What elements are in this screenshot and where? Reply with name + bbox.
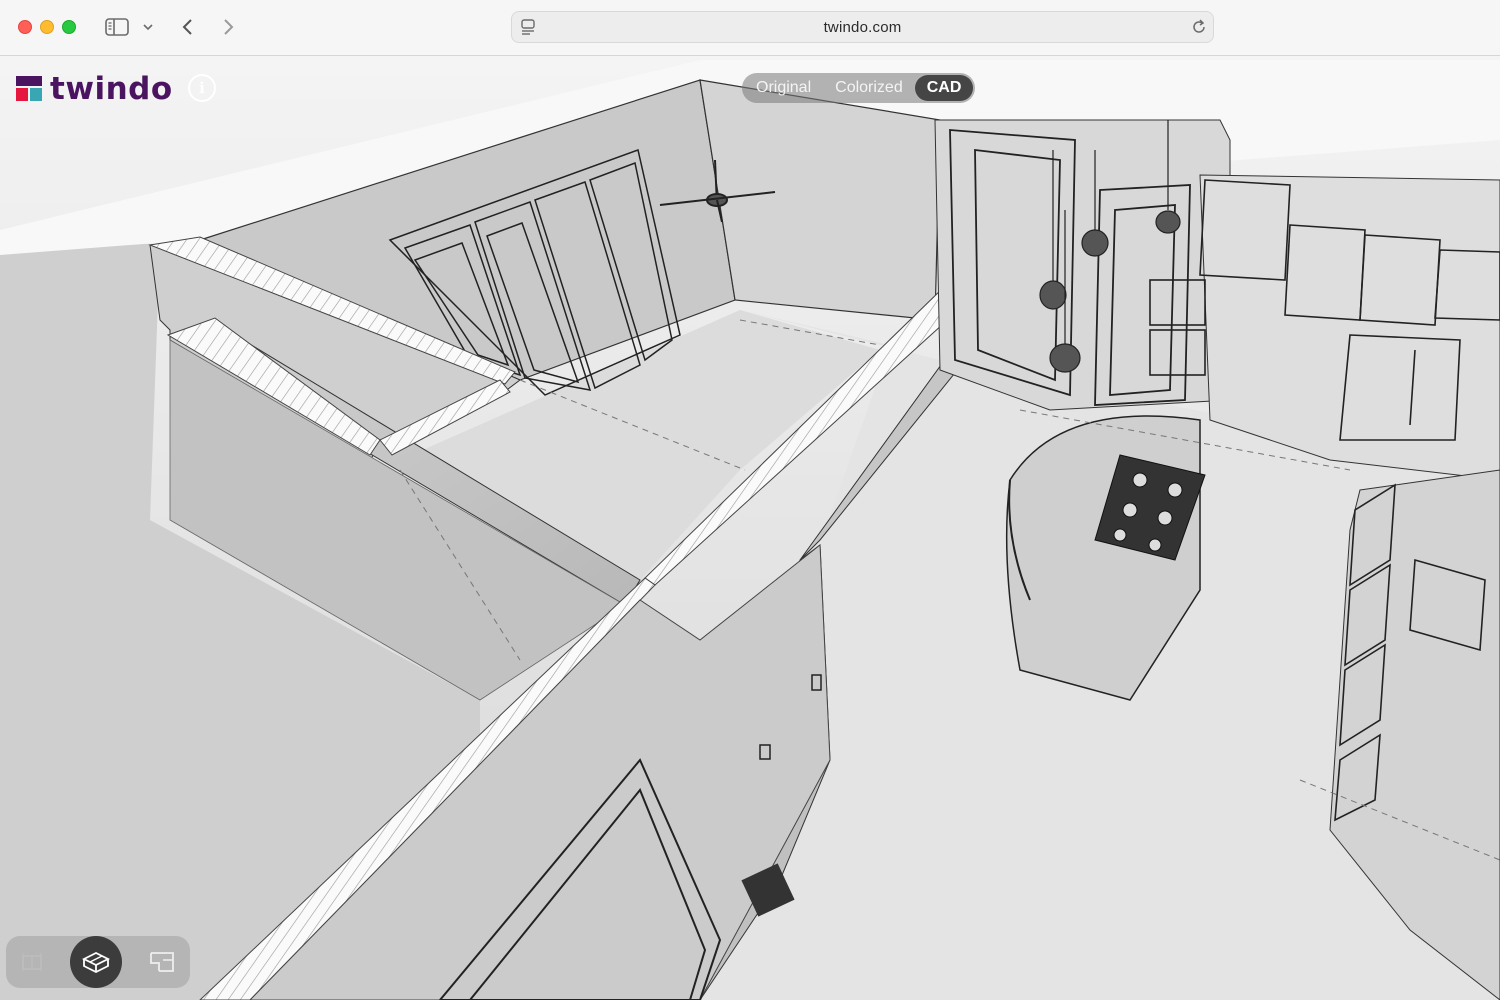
info-icon[interactable]: i xyxy=(188,74,216,102)
browser-toolbar: twindo.com xyxy=(0,0,1500,56)
minimize-window-button[interactable] xyxy=(40,20,54,34)
logo-text: twindo xyxy=(50,71,173,107)
floorplan-icon[interactable] xyxy=(6,936,58,988)
forward-icon[interactable] xyxy=(215,14,241,40)
view-toolbar xyxy=(6,936,190,988)
3d-dollhouse-icon xyxy=(70,936,122,988)
zoom-window-button[interactable] xyxy=(62,20,76,34)
view-mode-colorized[interactable]: Colorized xyxy=(823,75,915,101)
chevron-down-icon[interactable] xyxy=(138,14,158,40)
view-mode-original[interactable]: Original xyxy=(744,75,823,101)
view-mode-cad[interactable]: CAD xyxy=(914,75,974,101)
close-window-button[interactable] xyxy=(18,20,32,34)
3d-dollhouse-button[interactable] xyxy=(70,936,122,988)
address-bar[interactable]: twindo.com xyxy=(511,11,1214,43)
url-text: twindo.com xyxy=(823,19,902,36)
twindo-logo[interactable]: twindo xyxy=(16,71,173,107)
cad-3d-viewport[interactable] xyxy=(0,56,1500,1000)
sidebar-toggle-icon[interactable] xyxy=(104,14,130,40)
twindo-logo-mark-icon xyxy=(16,76,42,101)
reload-icon[interactable] xyxy=(1191,18,1207,41)
cad-model-render[interactable] xyxy=(0,56,1500,1000)
2d-plan-icon[interactable] xyxy=(136,936,188,988)
back-icon[interactable] xyxy=(175,14,201,40)
view-mode-switch: Original Colorized CAD xyxy=(742,73,976,103)
